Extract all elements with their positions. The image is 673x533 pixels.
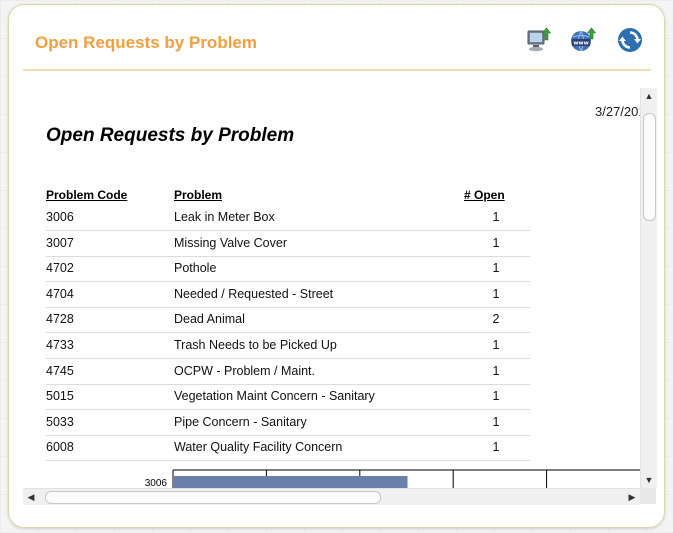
problem-code-cell: 6008	[46, 440, 74, 455]
header-problem: Problem	[174, 188, 223, 202]
problem-code-cell: 4702	[46, 261, 74, 276]
scroll-right-arrow-icon[interactable]: ▶	[624, 489, 640, 505]
open-count-cell: 1	[492, 210, 500, 224]
problem-cell: OCPW - Problem / Maint.	[174, 363, 315, 378]
problem-cell: Dead Animal	[174, 312, 245, 327]
publish-web-icon[interactable]: www	[570, 27, 597, 53]
problem-code-cell: 4733	[46, 338, 74, 352]
open-count-cell: 1	[492, 414, 500, 429]
chart-bar	[174, 476, 408, 488]
title-divider	[23, 69, 651, 71]
problem-cell: Water Quality Facility Concern	[174, 440, 343, 455]
table-row: 4728 Dead Animal 2	[46, 307, 530, 334]
export-computer-icon[interactable]	[526, 27, 552, 53]
table-row: 3006 Leak in Meter Box 1	[46, 205, 530, 231]
problem-code-cell: 4728	[46, 312, 74, 327]
problem-cell: Missing Valve Cover	[174, 235, 288, 250]
scroll-down-arrow-icon[interactable]: ▼	[641, 472, 657, 488]
problem-code-cell: 3006	[46, 210, 74, 224]
scroll-left-arrow-icon[interactable]: ◀	[23, 489, 39, 505]
problem-code-cell: 5033	[46, 414, 74, 429]
table-row: 4733 Trash Needs to be Picked Up 1	[46, 333, 530, 359]
problem-cell: Needed / Requested - Street	[174, 286, 334, 301]
scroll-up-arrow-icon[interactable]: ▲	[641, 88, 657, 104]
table-row: 5015 Vegetation Maint Concern - Sanitary 1	[46, 384, 530, 411]
open-count-cell: 1	[492, 286, 500, 301]
report-title: Open Requests by Problem	[46, 125, 295, 146]
vertical-scrollbar[interactable]: ▲ ▼	[640, 88, 657, 488]
open-count-cell: 2	[492, 312, 500, 327]
open-count-cell: 1	[492, 235, 500, 250]
table-row: 4704 Needed / Requested - Street 1	[46, 282, 530, 308]
vertical-scroll-thumb[interactable]	[643, 113, 656, 221]
open-count-chart: 3006	[145, 469, 640, 488]
problem-code-cell: 4704	[46, 286, 74, 301]
chart-category-label: 3006	[145, 478, 168, 488]
scrollbar-corner	[640, 488, 656, 504]
header-open-count: # Open	[464, 188, 505, 202]
problem-code-cell: 5015	[46, 389, 74, 404]
problem-code-cell: 3007	[46, 235, 74, 250]
problem-cell: Vegetation Maint Concern - Sanitary	[174, 389, 375, 404]
open-count-cell: 1	[492, 389, 500, 404]
table-row: 4745 OCPW - Problem / Maint. 1	[46, 359, 530, 385]
open-count-cell: 1	[492, 363, 500, 378]
table-row: 3007 Missing Valve Cover 1	[46, 231, 530, 257]
table-row: 5033 Pipe Concern - Sanitary 1	[46, 410, 530, 436]
svg-text:www: www	[573, 41, 589, 47]
problem-cell: Pipe Concern - Sanitary	[174, 414, 307, 429]
horizontal-scroll-thumb[interactable]	[45, 491, 381, 504]
problem-cell: Pothole	[174, 261, 217, 276]
report-panel: Open Requests by Problem www 3/27/20 Ope…	[8, 4, 665, 528]
panel-title: Open Requests by Problem	[35, 33, 257, 52]
table-row: 6008 Water Quality Facility Concern 1	[46, 435, 530, 462]
problem-cell: Leak in Meter Box	[174, 210, 275, 224]
report-date: 3/27/201	[595, 104, 640, 119]
horizontal-scrollbar[interactable]: ◀ ▶	[23, 488, 640, 505]
problem-cell: Trash Needs to be Picked Up	[174, 338, 337, 352]
open-count-cell: 1	[492, 261, 500, 276]
table-row: 4702 Pothole 1	[46, 256, 530, 283]
problem-code-cell: 4745	[46, 363, 74, 378]
report-viewer: 3/27/201 Open Requests by Problem Proble…	[23, 88, 640, 488]
header-problem-code: Problem Code	[46, 188, 128, 202]
open-count-cell: 1	[492, 440, 500, 455]
open-count-cell: 1	[492, 338, 500, 352]
refresh-icon[interactable]	[617, 27, 643, 53]
chart-area: 3006	[23, 466, 640, 488]
